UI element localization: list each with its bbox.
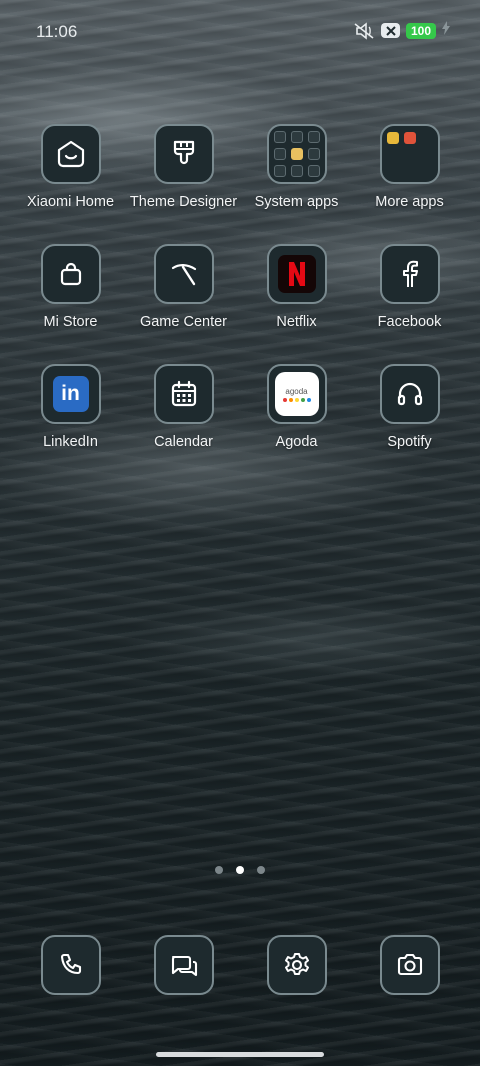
app-xiaomi-home[interactable]: Xiaomi Home	[14, 124, 127, 210]
battery-icon: 100	[406, 22, 436, 39]
dock-phone[interactable]	[14, 935, 127, 995]
shopping-bag-icon[interactable]	[40, 244, 101, 304]
mini-app-icon	[386, 132, 399, 144]
app-label: Game Center	[139, 314, 228, 330]
mini-app-icon	[307, 165, 320, 177]
status-icons: 100	[353, 21, 450, 40]
dock-messages[interactable]	[127, 935, 240, 995]
paintbrush-icon[interactable]	[153, 124, 214, 184]
camera-icon[interactable]	[379, 935, 440, 995]
app-game-center[interactable]: Game Center	[127, 244, 240, 330]
folder-preview	[273, 131, 320, 177]
app-label: System apps	[254, 194, 339, 210]
folder-icon[interactable]	[266, 124, 327, 184]
dock-settings[interactable]	[240, 935, 353, 995]
dock-camera[interactable]	[353, 935, 466, 995]
app-linkedin[interactable]: in LinkedIn	[14, 364, 127, 450]
folder-system-apps[interactable]: System apps	[240, 124, 353, 210]
mini-app-icon	[273, 131, 286, 143]
app-spotify[interactable]: Spotify	[353, 364, 466, 450]
app-mi-store[interactable]: Mi Store	[14, 244, 127, 330]
mini-app-icon	[307, 148, 320, 160]
linkedin-logo-icon[interactable]: in	[40, 364, 101, 424]
page-dot-active[interactable]	[236, 866, 244, 874]
netflix-logo-icon	[277, 255, 316, 293]
linkedin-logo-icon: in	[52, 376, 89, 412]
app-theme-designer[interactable]: Theme Designer	[127, 124, 240, 210]
xiaomi-home-icon[interactable]	[40, 124, 101, 184]
mute-icon	[353, 21, 375, 40]
agoda-dots	[282, 397, 311, 402]
dock	[14, 935, 466, 995]
empty-slot	[421, 132, 433, 144]
phone-icon[interactable]	[40, 935, 101, 995]
app-label: Facebook	[377, 314, 442, 330]
folder-preview	[386, 132, 433, 144]
app-label: LinkedIn	[43, 434, 98, 450]
pickaxe-icon[interactable]	[153, 244, 214, 304]
chat-bubbles-icon[interactable]	[153, 935, 214, 995]
agoda-logo-icon: agoda	[274, 372, 319, 416]
app-label: Netflix	[276, 314, 317, 330]
mini-app-icon	[290, 165, 303, 177]
app-label: Calendar	[154, 434, 213, 450]
agoda-wordmark: agoda	[285, 386, 308, 396]
app-label: Agoda	[275, 434, 318, 450]
gear-icon[interactable]	[266, 935, 327, 995]
mini-app-icon	[290, 131, 303, 143]
page-indicator	[0, 866, 480, 874]
app-label: More apps	[375, 194, 444, 210]
app-label: Mi Store	[43, 314, 98, 330]
calendar-icon[interactable]	[153, 364, 214, 424]
mini-app-icon	[290, 148, 303, 160]
folder-icon[interactable]	[379, 124, 440, 184]
app-netflix[interactable]: Netflix	[240, 244, 353, 330]
notification-x-icon	[381, 23, 400, 38]
status-bar: 11:06 100	[0, 0, 480, 62]
charging-icon	[442, 21, 450, 40]
app-facebook[interactable]: Facebook	[353, 244, 466, 330]
app-calendar[interactable]: Calendar	[127, 364, 240, 450]
home-indicator[interactable]	[156, 1052, 324, 1057]
page-dot[interactable]	[215, 866, 223, 874]
status-time: 11:06	[36, 22, 78, 41]
mini-app-icon	[273, 165, 286, 177]
page-dot[interactable]	[257, 866, 265, 874]
app-label: Theme Designer	[129, 194, 238, 210]
headphones-icon[interactable]	[379, 364, 440, 424]
mini-app-icon	[273, 148, 286, 160]
folder-more-apps[interactable]: More apps	[353, 124, 466, 210]
app-label: Xiaomi Home	[26, 194, 115, 210]
app-agoda[interactable]: agoda Agoda	[240, 364, 353, 450]
home-app-grid: Xiaomi Home Theme Designer System apps M…	[14, 124, 466, 450]
mini-app-icon	[403, 132, 416, 144]
facebook-f-icon[interactable]	[379, 244, 440, 304]
agoda-logo-icon[interactable]: agoda	[266, 364, 327, 424]
app-label: Spotify	[387, 434, 432, 450]
mini-app-icon	[307, 131, 320, 143]
netflix-logo-icon[interactable]	[266, 244, 327, 304]
